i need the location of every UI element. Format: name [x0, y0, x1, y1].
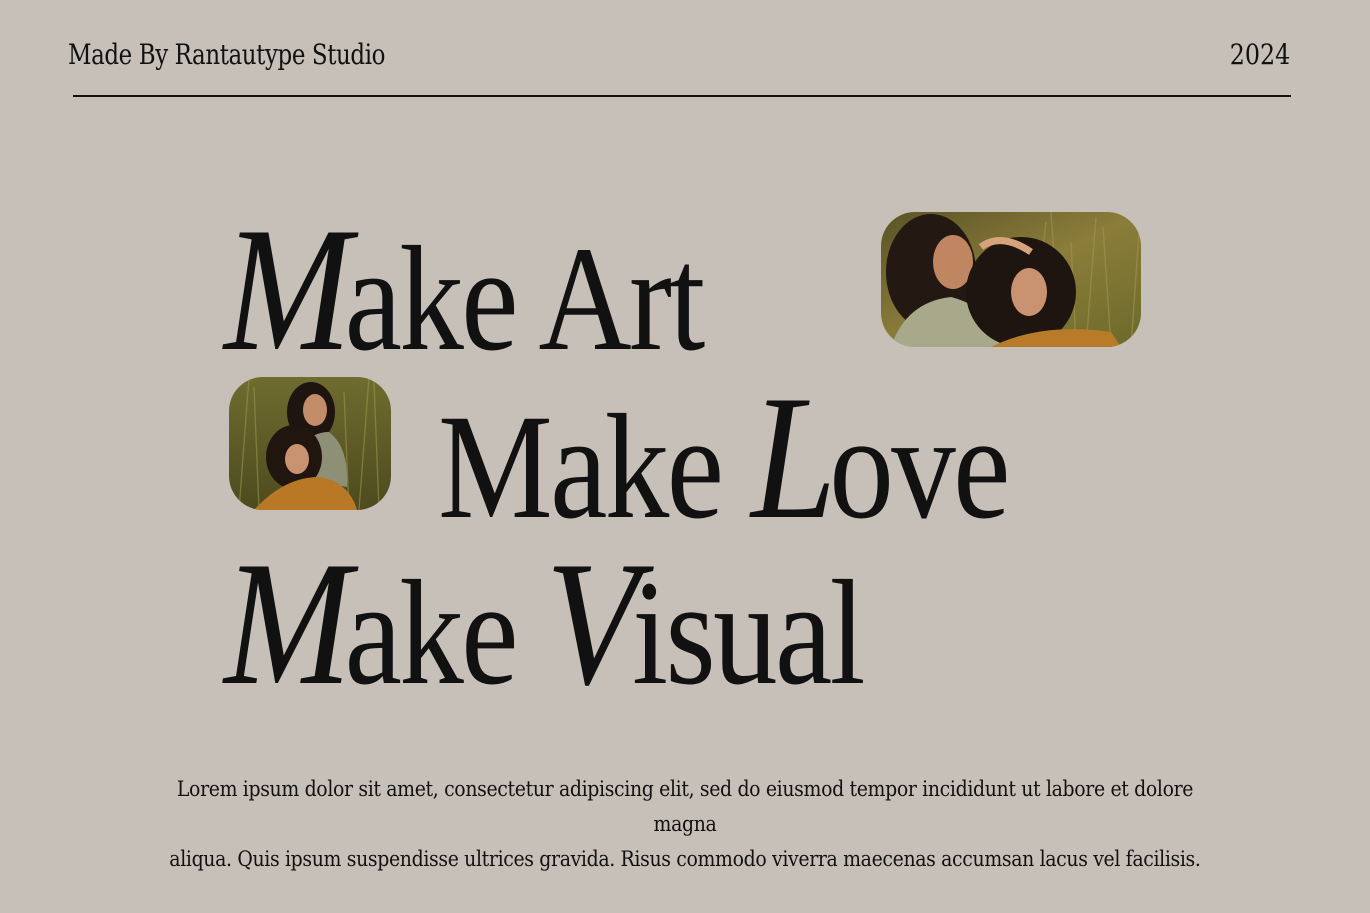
- header-year: 2024: [1229, 38, 1290, 71]
- header-divider: [73, 95, 1291, 97]
- headline-word-ake-art: ake Art: [344, 216, 706, 382]
- body-line-2: aliqua. Quis ipsum suspendisse ultrices …: [169, 847, 1201, 871]
- headline-script-capital-l: L: [751, 358, 836, 556]
- women-in-grass-photo-2: [229, 377, 391, 510]
- headline-word-ove: ove: [829, 384, 1010, 550]
- body-paragraph: Lorem ipsum dolor sit amet, consectetur …: [100, 772, 1270, 877]
- photo-portrait: [229, 377, 391, 510]
- headline-line-3: Make Visual: [224, 534, 967, 712]
- headline-line-2: Make Love: [438, 368, 1101, 546]
- headline-script-capital-m-2: M: [224, 524, 352, 722]
- header-credit: Made By Rantautype Studio: [68, 38, 386, 71]
- body-line-1: Lorem ipsum dolor sit amet, consectetur …: [176, 777, 1194, 836]
- headline-word-ake: ake: [344, 550, 546, 716]
- headline-script-capital-v: V: [545, 524, 639, 722]
- photo-landscape: [881, 212, 1141, 347]
- headline-script-capital-m: M: [224, 190, 352, 388]
- headline-line-1: Make Art: [224, 200, 781, 378]
- women-in-grass-photo-1: [881, 212, 1141, 347]
- headline-word-isual: isual: [632, 550, 865, 716]
